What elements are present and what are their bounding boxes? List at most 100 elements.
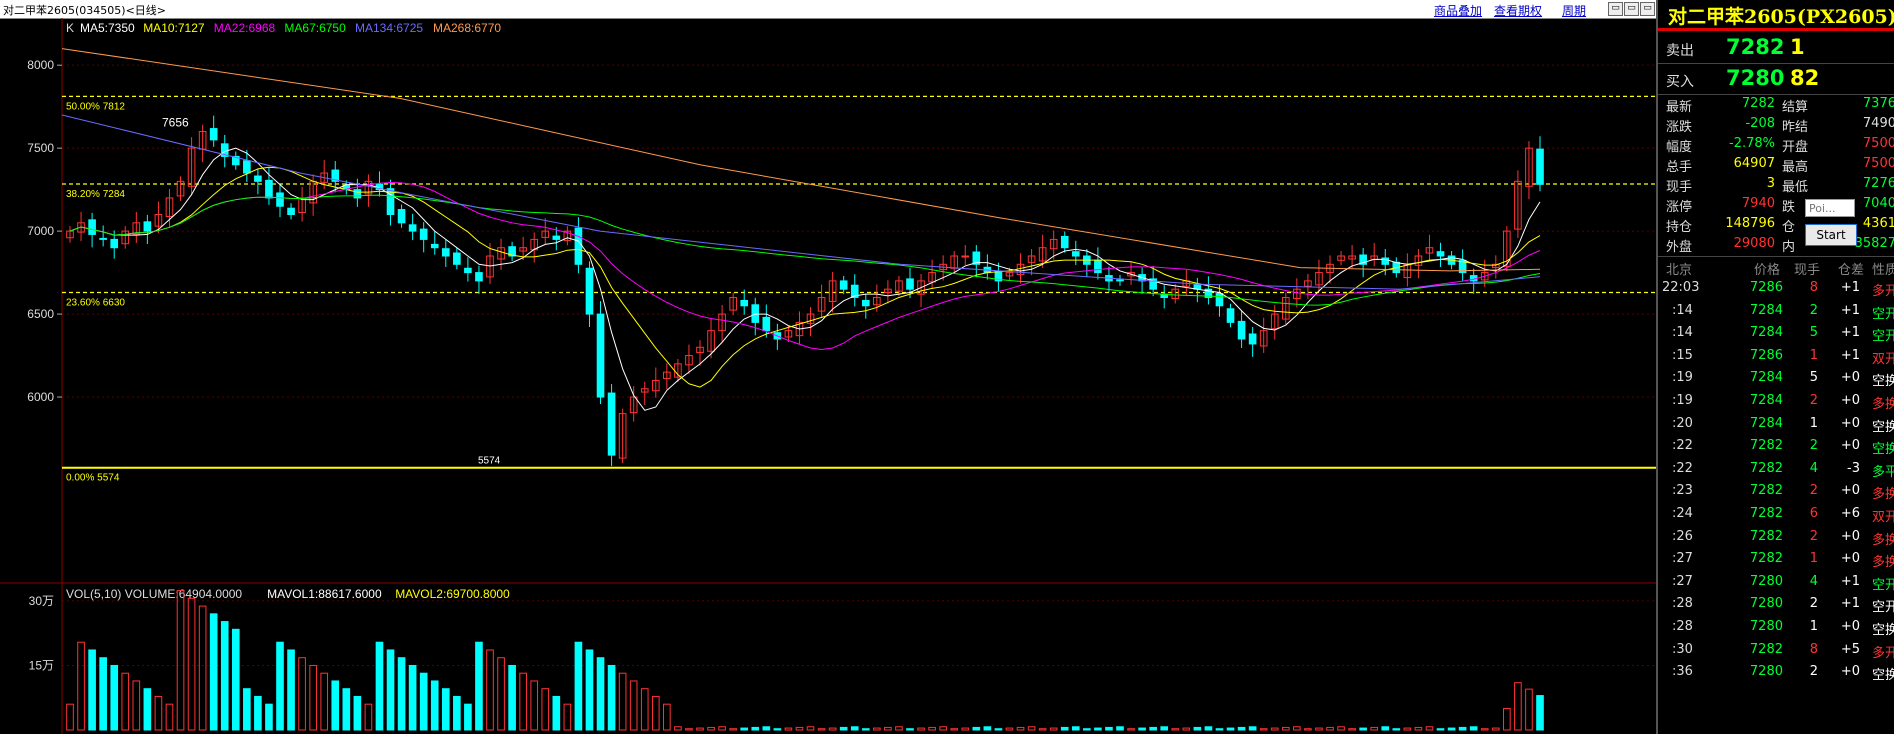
volume-bar: [287, 649, 295, 731]
volume-bar: [1138, 727, 1146, 731]
window-tile-icon[interactable]: ▭: [1608, 2, 1623, 16]
volume-bar: [751, 726, 760, 731]
volume-bar: [1480, 728, 1489, 731]
volume-bar: [895, 726, 903, 731]
poi-popup[interactable]: Poi...: [1805, 199, 1855, 217]
volume-legend-item: MAVOL1:88617.6000: [267, 587, 382, 601]
stat-label: 涨停: [1666, 200, 1693, 215]
volume-bar: [1105, 726, 1113, 731]
candle-body: [88, 219, 96, 235]
candle-body: [1215, 292, 1224, 307]
volume-bar: [1348, 728, 1356, 731]
candle-body: [353, 189, 362, 199]
ask-volume: 1: [1790, 35, 1805, 59]
volume-bar: [972, 726, 981, 731]
candle-body: [574, 227, 583, 265]
window-restore-icon[interactable]: ▭: [1624, 2, 1639, 16]
volume-bar: [1204, 726, 1213, 731]
legend-ma-item: MA22:6968: [214, 21, 276, 35]
tick-oi-diff: +1: [1840, 280, 1860, 295]
tick-oi-diff: -3: [1847, 460, 1860, 476]
volume-bar: [795, 726, 804, 731]
volume-bar: [342, 688, 351, 731]
tick-nature: 多开: [1872, 284, 1894, 299]
volume-tick-label: 30万: [29, 594, 54, 608]
tick-oi-diff: +6: [1840, 506, 1860, 521]
overlay-commodity-link[interactable]: 商品叠加: [1434, 2, 1482, 19]
volume-bar: [1359, 727, 1367, 731]
tick-qty: 5: [1809, 325, 1818, 341]
tick-qty: 4: [1809, 573, 1818, 589]
candle-body: [453, 252, 461, 265]
tick-qty: 5: [1809, 370, 1818, 386]
volume-bar: [1304, 728, 1312, 731]
tick-oi-diff: +0: [1840, 619, 1860, 634]
volume-bar: [1326, 726, 1334, 731]
tick-time: :30: [1672, 641, 1693, 657]
volume-bar: [497, 657, 505, 731]
window-maximize-icon[interactable]: ▭: [1640, 2, 1655, 16]
candle-body: [464, 267, 472, 274]
volume-bar: [320, 672, 329, 731]
volume-bar: [276, 641, 284, 731]
volume-bar: [950, 728, 959, 731]
volume-bar: [685, 728, 693, 731]
stat-label: 涨跌: [1666, 120, 1693, 135]
candle-body: [276, 192, 284, 207]
tick-header: 价格: [1754, 263, 1781, 278]
start-button[interactable]: Start: [1805, 224, 1857, 246]
volume-bar: [165, 703, 174, 731]
tick-qty: 1: [1809, 415, 1818, 431]
stat-value: 7276: [1862, 176, 1894, 191]
candle-body: [1248, 333, 1257, 345]
volume-bar: [552, 695, 561, 731]
volume-bar: [674, 726, 682, 731]
ask-row: 卖出 7282 1: [1658, 32, 1894, 62]
volume-bar: [486, 649, 494, 731]
stat-label: 持仓: [1666, 220, 1693, 235]
chart-title: 对二甲苯2605(034505)<日线>: [3, 4, 167, 17]
volume-bar: [1403, 727, 1412, 731]
volume-bar: [430, 680, 439, 731]
volume-bar: [707, 726, 715, 731]
ma268-line: [61, 48, 1541, 272]
volume-bar: [77, 641, 85, 731]
tick-header: 现手: [1794, 263, 1821, 278]
volume-bar: [729, 728, 737, 731]
tick-price: 7280: [1749, 619, 1783, 634]
tick-nature: 空换: [1872, 419, 1894, 435]
tick-qty: 8: [1809, 641, 1818, 657]
bid-volume: 82: [1790, 66, 1820, 90]
view-options-link[interactable]: 查看期权: [1494, 2, 1542, 19]
candle-body: [1237, 320, 1246, 340]
volume-bar: [618, 672, 627, 731]
volume-bar: [1503, 707, 1511, 731]
stat-label: 最高: [1782, 160, 1809, 175]
volume-bar: [1182, 727, 1191, 731]
stat-label: 最新: [1666, 100, 1693, 115]
tick-price: 7286: [1749, 347, 1783, 363]
volume-bar: [1281, 726, 1290, 731]
volume-bar: [530, 680, 539, 731]
volume-bar: [1226, 727, 1235, 731]
instrument-name: 对二甲苯2605(PX2605): [1668, 6, 1894, 28]
stat-value: 4361: [1862, 216, 1894, 231]
period-link[interactable]: 周期: [1562, 2, 1586, 19]
tick-price: 7282: [1749, 641, 1783, 657]
volume-legend-item: VOL(5,10) VOLUME:64904.0000: [66, 587, 242, 601]
kline-chart[interactable]: 6000 6500 7000 7500 8000 50.00% 7812 38.20% 72…: [0, 18, 1656, 734]
volume-bar: [1160, 726, 1169, 731]
volume-bar: [364, 703, 373, 731]
stat-value: 7282: [1741, 96, 1775, 111]
volume-bar: [187, 597, 196, 731]
volume-bar: [453, 695, 461, 731]
candle-body: [143, 221, 152, 232]
volume-bar: [99, 657, 107, 731]
quote-panel: 对二甲苯2605(PX2605) 卖出 7282 1 买入 7280 82 最新…: [1656, 0, 1894, 734]
tick-time: :19: [1672, 370, 1693, 386]
candle-body: [419, 228, 428, 240]
candle-body: [397, 209, 406, 224]
tick-price: 7284: [1749, 325, 1783, 341]
ma22-line: [69, 181, 1541, 351]
volume-bar: [110, 664, 119, 731]
